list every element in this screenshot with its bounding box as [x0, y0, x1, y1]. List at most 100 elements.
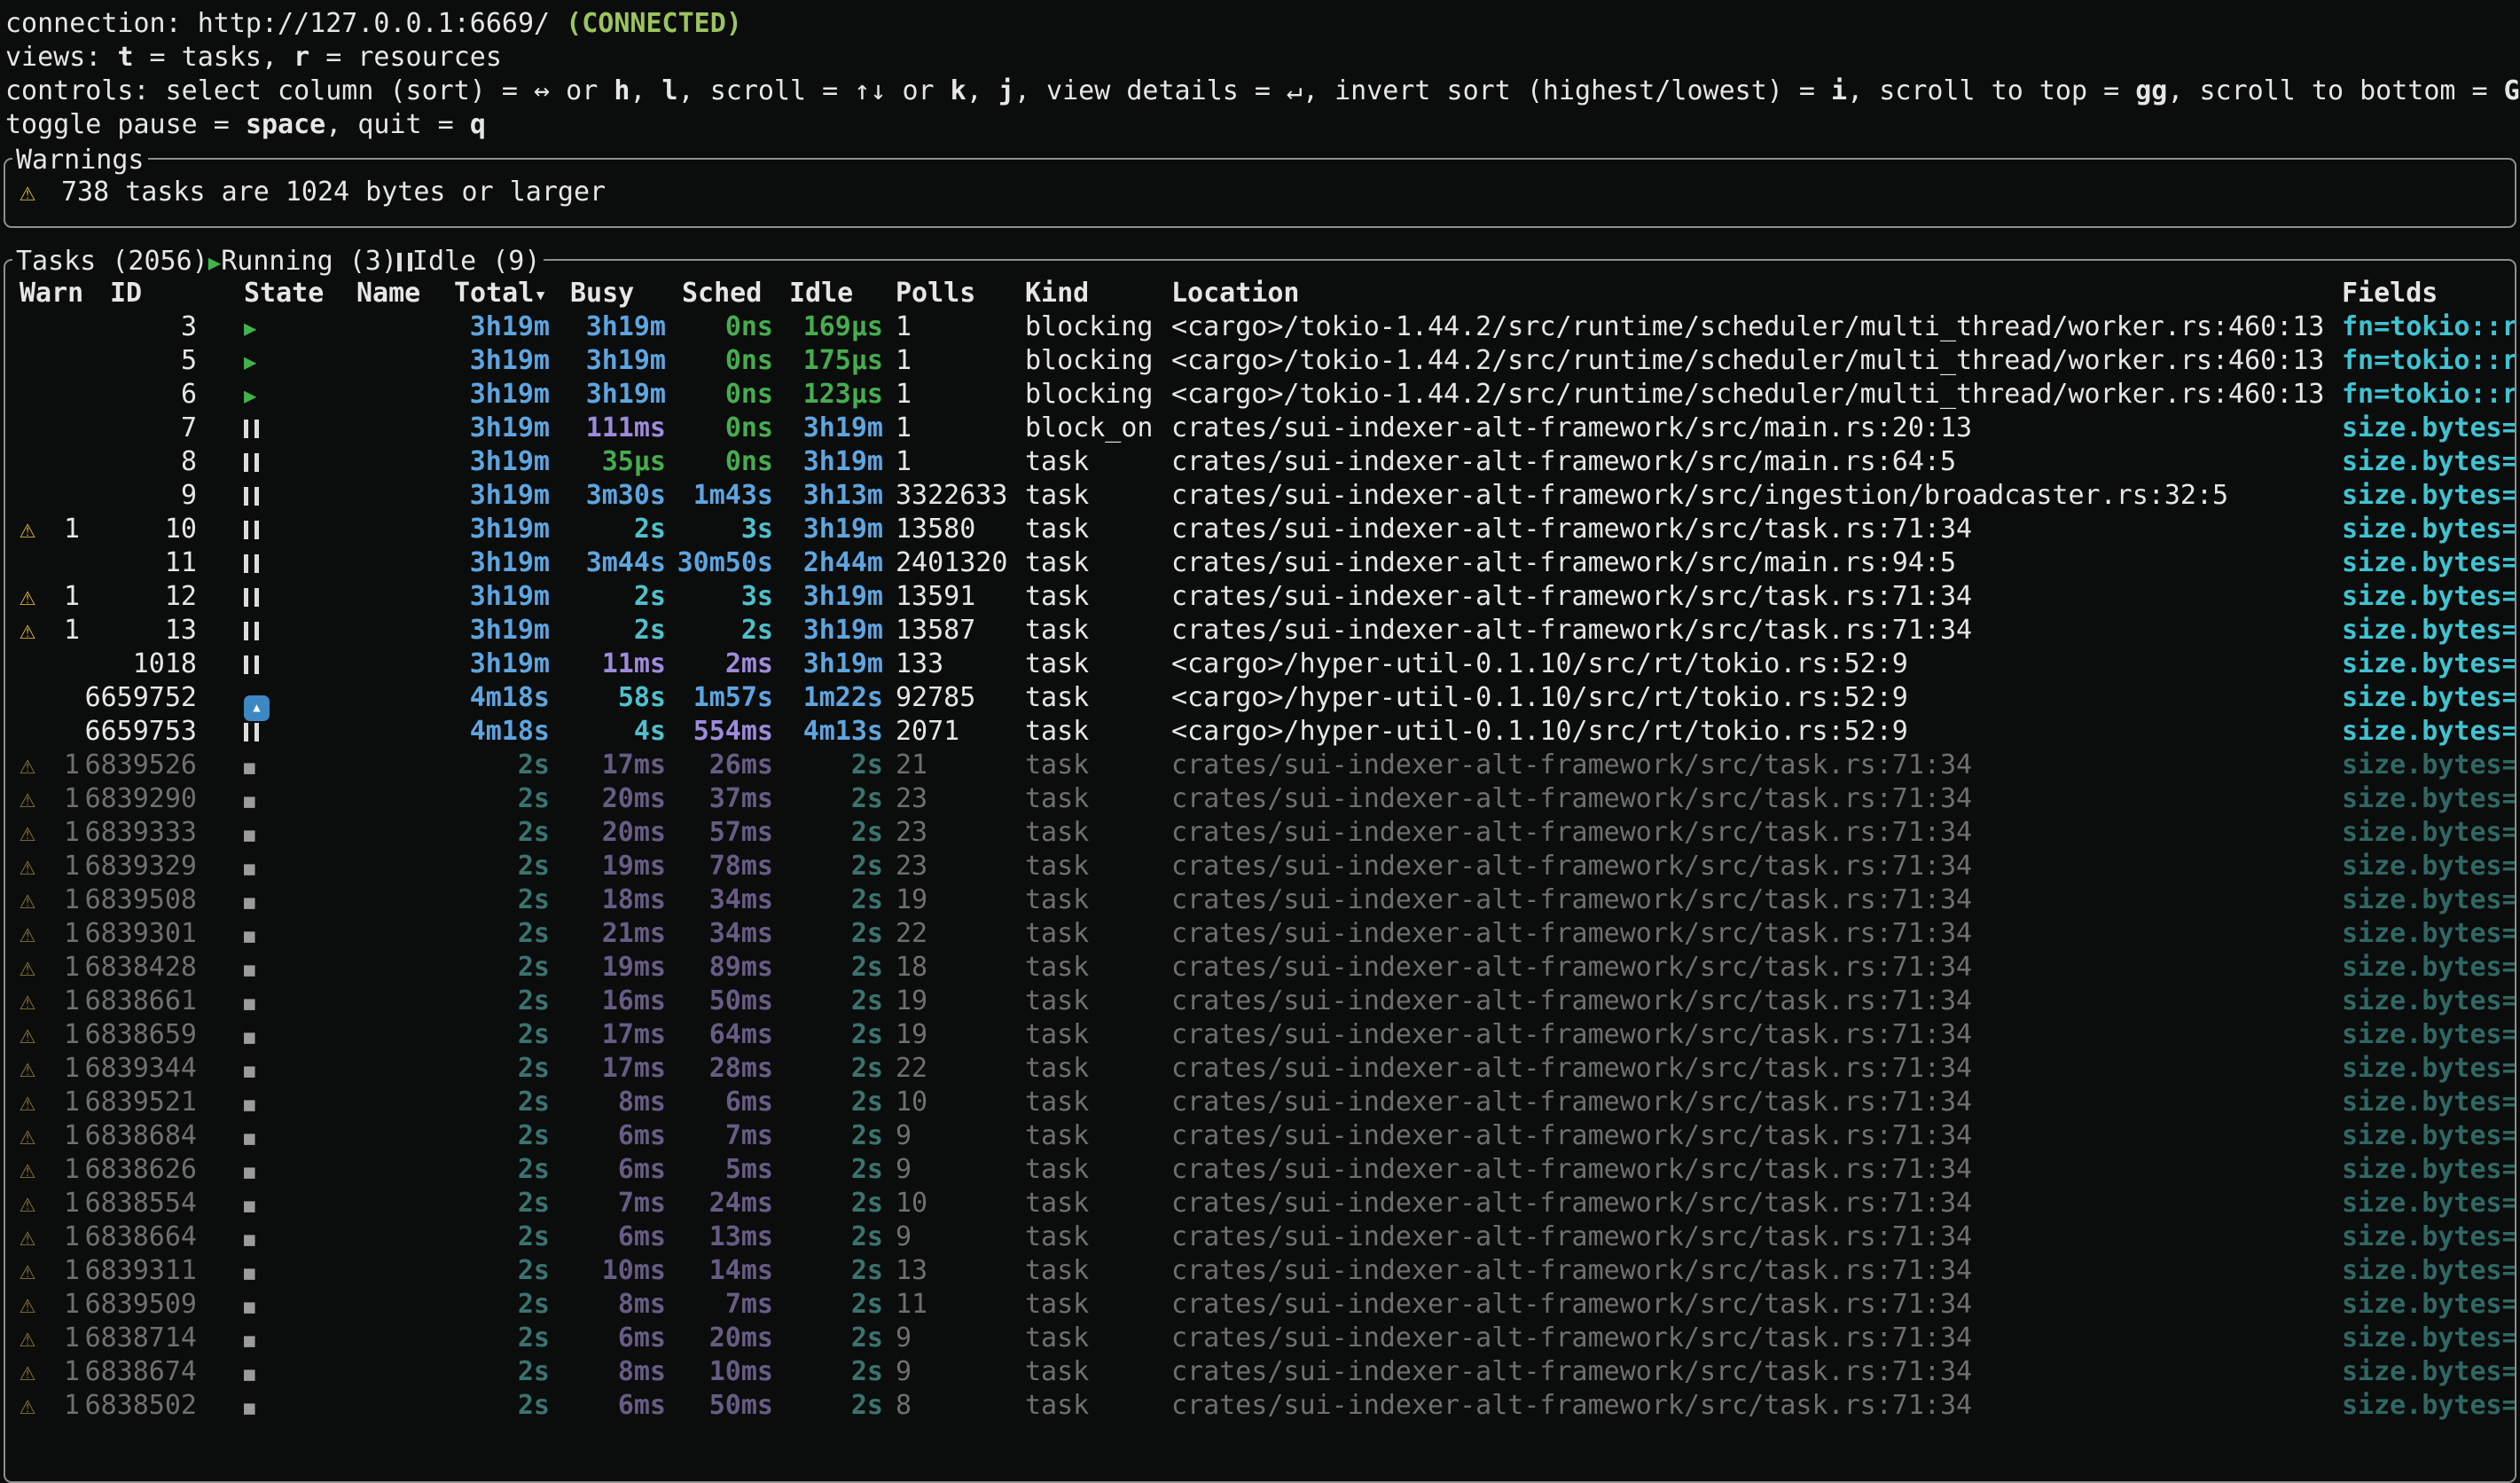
task-row[interactable]: 3▶3h19m3h19m0ns169µs1blocking<cargo>/tok…: [0, 310, 2520, 344]
cell-task-id: 6838714: [53, 1322, 197, 1355]
task-row[interactable]: ⚠16838674■2s8ms10ms2s9taskcrates/sui-ind…: [0, 1355, 2520, 1389]
cell-idle-duration: 3h19m: [761, 445, 883, 479]
cell-kind: task: [1025, 850, 1167, 883]
cell-idle-duration: 2s: [761, 1187, 883, 1220]
task-row[interactable]: ⚠16839344■2s17ms28ms2s22taskcrates/sui-i…: [0, 1052, 2520, 1086]
cell-polls: 9: [896, 1355, 1037, 1389]
task-row[interactable]: 83h19m35µs0ns3h19m1taskcrates/sui-indexe…: [0, 445, 2520, 479]
task-row[interactable]: ⚠1133h19m2s2s3h19m13587taskcrates/sui-in…: [0, 614, 2520, 647]
tasks-count-label: Tasks (2056): [16, 246, 208, 277]
cell-polls: 22: [896, 1052, 1037, 1086]
cell-idle-duration: 2s: [761, 1288, 883, 1322]
cell-total-duration: 2s: [390, 1119, 550, 1153]
cell-state: [244, 445, 259, 479]
cell-sched-duration: 64ms: [651, 1018, 773, 1052]
cell-location: crates/sui-indexer-alt-framework/src/tas…: [1171, 513, 2333, 546]
task-row[interactable]: ⚠1123h19m2s3s3h19m13591taskcrates/sui-in…: [0, 580, 2520, 614]
column-header-kind[interactable]: Kind: [1025, 277, 1089, 310]
cell-state: ■: [244, 749, 255, 784]
task-row[interactable]: ⚠16839329■2s19ms78ms2s23taskcrates/sui-i…: [0, 850, 2520, 883]
task-row[interactable]: 73h19m111ms0ns3h19m1block_oncrates/sui-i…: [0, 412, 2520, 445]
column-header-name[interactable]: Name: [356, 277, 420, 310]
cell-total-duration: 2s: [390, 1355, 550, 1389]
key-hint: r: [293, 42, 309, 73]
task-row[interactable]: ⚠16839508■2s18ms34ms2s19taskcrates/sui-i…: [0, 883, 2520, 917]
cell-busy-duration: 17ms: [544, 1018, 666, 1052]
completed-icon: ■: [244, 925, 255, 946]
paused-icon: [244, 453, 259, 472]
column-header-polls[interactable]: Polls: [896, 277, 975, 310]
cell-sched-duration: 1m43s: [651, 479, 773, 513]
cell-state: [244, 513, 259, 546]
cell-polls: 1: [896, 310, 1037, 344]
cell-fields: size.bytes=: [2342, 1355, 2515, 1389]
task-row[interactable]: ⚠16838714■2s6ms20ms2s9taskcrates/sui-ind…: [0, 1322, 2520, 1355]
task-row[interactable]: ⚠16838502■2s6ms50ms2s8taskcrates/sui-ind…: [0, 1389, 2520, 1423]
column-header-idle[interactable]: Idle: [789, 277, 853, 310]
column-header-state[interactable]: State: [244, 277, 324, 310]
task-row[interactable]: ⚠16839509■2s8ms7ms2s11taskcrates/sui-ind…: [0, 1288, 2520, 1322]
cell-busy-duration: 19ms: [544, 850, 666, 883]
task-row[interactable]: ⚠1103h19m2s3s3h19m13580taskcrates/sui-in…: [0, 513, 2520, 546]
cell-total-duration: 2s: [390, 1288, 550, 1322]
task-row[interactable]: ⚠16838626■2s6ms5ms2s9taskcrates/sui-inde…: [0, 1153, 2520, 1187]
cell-location: crates/sui-indexer-alt-framework/src/tas…: [1171, 1086, 2333, 1119]
task-row[interactable]: ⚠16839311■2s10ms14ms2s13taskcrates/sui-i…: [0, 1254, 2520, 1288]
cell-fields: size.bytes=: [2342, 1254, 2515, 1288]
task-row[interactable]: ⚠16838661■2s16ms50ms2s19taskcrates/sui-i…: [0, 985, 2520, 1018]
column-header-label: Name: [356, 278, 420, 309]
cell-location: crates/sui-indexer-alt-framework/src/tas…: [1171, 1187, 2333, 1220]
cell-busy-duration: 2s: [544, 513, 666, 546]
cell-kind: task: [1025, 749, 1167, 782]
cell-polls: 1: [896, 445, 1037, 479]
cell-task-id: 6838674: [53, 1355, 197, 1389]
task-row[interactable]: ⚠16838659■2s17ms64ms2s19taskcrates/sui-i…: [0, 1018, 2520, 1052]
task-row[interactable]: ⚠16838554■2s7ms24ms2s10taskcrates/sui-in…: [0, 1187, 2520, 1220]
task-row[interactable]: ⚠16838684■2s6ms7ms2s9taskcrates/sui-inde…: [0, 1119, 2520, 1153]
task-row[interactable]: 93h19m3m30s1m43s3h13m3322633taskcrates/s…: [0, 479, 2520, 513]
task-row[interactable]: ⚠16838664■2s6ms13ms2s9taskcrates/sui-ind…: [0, 1220, 2520, 1254]
task-row[interactable]: 6659752▲4m18s58s1m57s1m22s92785task<carg…: [0, 681, 2520, 715]
column-header-total[interactable]: Total▾: [454, 277, 547, 311]
completed-icon: ■: [244, 891, 255, 913]
task-row[interactable]: 66597534m18s4s554ms4m13s2071task<cargo>/…: [0, 715, 2520, 749]
cell-busy-duration: 111ms: [544, 412, 666, 445]
cell-busy-duration: 8ms: [544, 1086, 666, 1119]
warning-icon: ⚠: [20, 176, 35, 209]
task-row[interactable]: ⚠16839521■2s8ms6ms2s10taskcrates/sui-ind…: [0, 1086, 2520, 1119]
column-header-sched[interactable]: Sched: [682, 277, 762, 310]
cell-task-id: 6838661: [53, 985, 197, 1018]
column-header-fields[interactable]: Fields: [2342, 277, 2438, 310]
text-segment: = resources: [309, 42, 502, 73]
task-row[interactable]: ⚠16839290■2s20ms37ms2s23taskcrates/sui-i…: [0, 782, 2520, 816]
column-header-warn[interactable]: Warn: [20, 277, 83, 310]
column-header-busy[interactable]: Busy: [570, 277, 634, 310]
cell-sched-duration: 5ms: [651, 1153, 773, 1187]
task-row[interactable]: ⚠16839301■2s21ms34ms2s22taskcrates/sui-i…: [0, 917, 2520, 951]
cell-kind: task: [1025, 1220, 1167, 1254]
cell-idle-duration: 2s: [761, 1119, 883, 1153]
task-row[interactable]: 6▶3h19m3h19m0ns123µs1blocking<cargo>/tok…: [0, 378, 2520, 412]
column-header-id[interactable]: ID: [110, 277, 142, 310]
task-row[interactable]: ⚠16839526■2s17ms26ms2s21taskcrates/sui-i…: [0, 749, 2520, 782]
task-row[interactable]: 10183h19m11ms2ms3h19m133task<cargo>/hype…: [0, 647, 2520, 681]
task-row[interactable]: ⚠16838428■2s19ms89ms2s18taskcrates/sui-i…: [0, 951, 2520, 985]
warning-item: ⚠ 738 tasks are 1024 bytes or larger: [0, 176, 2520, 209]
column-header-location[interactable]: Location: [1171, 277, 1300, 310]
cell-task-id: 11: [53, 546, 197, 580]
cell-total-duration: 3h19m: [390, 310, 550, 344]
cell-idle-duration: 2s: [761, 917, 883, 951]
cell-idle-duration: 3h19m: [761, 412, 883, 445]
cell-polls: 18: [896, 951, 1037, 985]
task-row[interactable]: 113h19m3m44s30m50s2h44m2401320taskcrates…: [0, 546, 2520, 580]
connection-line: connection: http://127.0.0.1:6669/ (CONN…: [5, 7, 742, 41]
warning-icon: ⚠: [20, 614, 55, 647]
cell-sched-duration: 26ms: [651, 749, 773, 782]
warning-icon: ⚠: [20, 1322, 55, 1355]
cell-kind: task: [1025, 715, 1167, 749]
column-header-label: Polls: [896, 278, 975, 309]
task-row[interactable]: 5▶3h19m3h19m0ns175µs1blocking<cargo>/tok…: [0, 344, 2520, 378]
task-row[interactable]: ⚠16839333■2s20ms57ms2s23taskcrates/sui-i…: [0, 816, 2520, 850]
text-segment: = tasks,: [134, 42, 294, 73]
cell-total-duration: 2s: [390, 1187, 550, 1220]
